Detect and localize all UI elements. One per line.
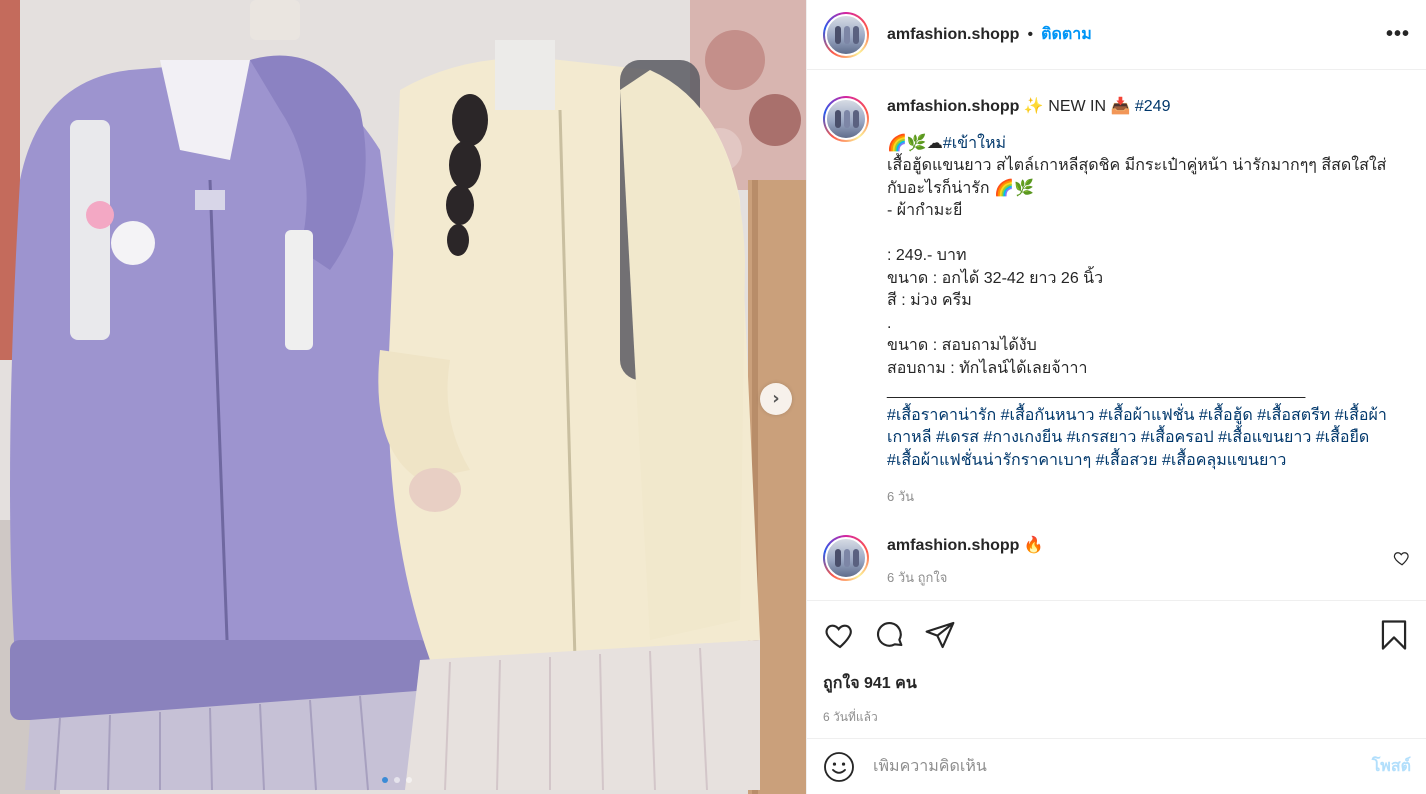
comment-input[interactable]	[873, 757, 1372, 776]
action-icons	[823, 601, 1411, 665]
caption-text: เสื้อฮู้ดแขนยาว สไตล์เกาหลีสุดชิค มีกระเ…	[887, 157, 1387, 399]
caption-title-line: amfashion.shopp ✨ NEW IN 📥 #249	[887, 96, 1403, 119]
carousel-indicator	[382, 777, 412, 783]
caption: amfashion.shopp ✨ NEW IN 📥 #249 🌈🌿☁#เข้า…	[823, 96, 1411, 509]
follow-button[interactable]: ติดตาม	[1041, 22, 1092, 47]
add-comment-bar: โพสต์	[807, 738, 1426, 794]
next-slide-button[interactable]: ›	[760, 383, 792, 415]
caption-title-text: NEW IN	[1043, 98, 1111, 115]
share-button[interactable]	[923, 618, 957, 652]
caption-hashtags[interactable]: #เสื้อราคาน่ารัก #เสื้อกันหนาว #เสื้อผ้า…	[887, 405, 1403, 473]
save-button[interactable]	[1377, 618, 1411, 652]
post-photo	[0, 0, 806, 794]
carousel-dot	[394, 777, 400, 783]
comment-body: amfashion.shopp 🔥 6 วัน ถูกใจ	[887, 535, 1044, 589]
post-image[interactable]: ›	[0, 0, 806, 794]
smiley-icon[interactable]	[823, 751, 855, 783]
comment-meta: 6 วัน ถูกใจ	[887, 569, 948, 585]
caption-line: 🌈🌿☁#เข้าใหม่	[887, 133, 1403, 156]
comment-username[interactable]: amfashion.shopp	[887, 537, 1019, 554]
inbox-tray-icon: 📥	[1110, 98, 1131, 115]
comments-area[interactable]: amfashion.shopp ✨ NEW IN 📥 #249 🌈🌿☁#เข้า…	[807, 70, 1426, 600]
chevron-right-icon: ›	[772, 388, 780, 409]
comment-text: 🔥	[1023, 536, 1044, 554]
caption-body: amfashion.shopp ✨ NEW IN 📥 #249 🌈🌿☁#เข้า…	[887, 96, 1403, 509]
bookmark-icon	[1381, 620, 1407, 650]
header-username[interactable]: amfashion.shopp	[887, 26, 1019, 44]
comment-item: amfashion.shopp 🔥 6 วัน ถูกใจ	[823, 534, 1411, 589]
caption-username[interactable]: amfashion.shopp	[887, 98, 1019, 115]
comment-button[interactable]	[873, 618, 907, 652]
comment-like-heart-icon[interactable]	[1393, 549, 1411, 567]
heart-icon	[825, 624, 852, 649]
like-button[interactable]	[823, 618, 857, 652]
avatar[interactable]	[823, 96, 869, 142]
more-options-icon[interactable]: •••	[1386, 23, 1410, 46]
post-actions: ถูกใจ 941 คน 6 วันที่แล้ว	[807, 600, 1426, 738]
carousel-dot	[382, 777, 388, 783]
post-header: amfashion.shopp • ติดตาม •••	[807, 0, 1426, 70]
hashtag-link[interactable]: #เข้าใหม่	[943, 135, 1006, 152]
avatar[interactable]	[823, 534, 869, 581]
carousel-dot	[406, 777, 412, 783]
post-side-panel: amfashion.shopp • ติดตาม ••• amfashion.s…	[806, 0, 1426, 794]
avatar[interactable]	[823, 11, 869, 58]
post-comment-button[interactable]: โพสต์	[1372, 754, 1411, 779]
header-separator: •	[1027, 25, 1034, 43]
sparkles-icon: ✨	[1023, 98, 1044, 115]
post-timestamp[interactable]: 6 วันที่แล้ว	[823, 708, 1411, 727]
caption-time[interactable]: 6 วัน	[887, 486, 1403, 509]
comment-bubble-icon	[877, 622, 903, 647]
paper-plane-icon	[925, 621, 955, 649]
hashtag-link[interactable]: #249	[1135, 98, 1171, 115]
likes-count[interactable]: ถูกใจ 941 คน	[823, 671, 1411, 696]
caption-emojis: 🌈🌿☁	[887, 134, 943, 152]
